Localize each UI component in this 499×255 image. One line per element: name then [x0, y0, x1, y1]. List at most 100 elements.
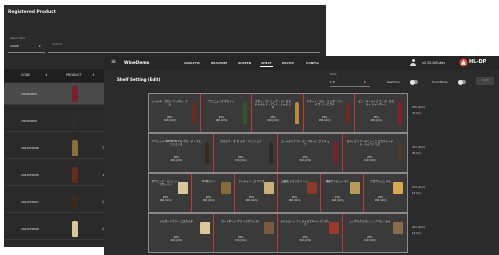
shelf-slot[interactable]: ブロヴァムニ デル 20% 160 (mm)	[364, 174, 407, 212]
search-field-select[interactable]: Search Field CODE ▾	[8, 36, 45, 53]
mode-select[interactable]: Mode 1 E ▾	[330, 73, 370, 87]
slot-product-name: アキーノ・デル・コ ルダ・ランデ グ リン ピクチ	[306, 100, 343, 106]
slot-metrics: 25% 160 (mm)	[331, 196, 344, 202]
shelf-slot[interactable]: ロードボート サワ ーヤクラッカー 25% 210 (mm)	[214, 214, 278, 252]
slot-metrics: 25% 210 (mm)	[299, 236, 312, 242]
slot-product-name: ダヴァンナ・ミントン・ アガーソン	[151, 180, 180, 186]
shelf-slot[interactable]: ビノ・デ・ティエ ラ・デ・カステー リャ・ボーノ 25% 160 (mm)	[355, 94, 407, 132]
slot-product-name: エノイタリア ワー ズ・アセット ゴ ナチ ュラ	[280, 140, 330, 146]
product-image	[328, 222, 339, 234]
nav-config[interactable]: CONFIG	[306, 61, 319, 65]
sort-icon[interactable]: ↕	[45, 73, 48, 77]
slot-metrics: 25% 210 (mm)	[299, 156, 312, 162]
slot-product-name: メルガードヴァー ユスカイダ	[159, 220, 193, 223]
shelf-row-2: アウトシャ SIBERIAN V.G. ホス・デ・ラス ファミリス 20% 240 …	[148, 133, 408, 173]
chevron-down-icon: ▾	[39, 44, 41, 48]
product-thumbnail	[72, 194, 78, 210]
shelf-slot[interactable]: アキーノ・デル・コ ルダ・ランデ グ リン ピクチ 25% 180 (mm)	[304, 94, 356, 132]
slot-product-name: アンテイノ・ス ケアズ	[238, 180, 265, 183]
chevron-down-icon: ▾	[364, 80, 366, 84]
product-image	[346, 102, 351, 124]
nav-shelf[interactable]: SHELF	[260, 61, 273, 67]
slot-metrics: 25% 160 (mm)	[245, 196, 258, 202]
slot-metrics: 25% 210 (mm)	[234, 236, 247, 242]
product-image	[199, 222, 210, 234]
slot-product-name: ロードボート サワ ーヤクラッカー	[221, 220, 261, 223]
product-image	[307, 182, 317, 194]
product-code: 230400003	[21, 92, 38, 96]
shelf-slot[interactable]: ヴァニュース ボルドー 25% 160 (mm)	[201, 94, 253, 132]
slot-metrics: 25% 210 (mm)	[363, 236, 376, 242]
product-thumbnail	[72, 167, 78, 183]
nav-realtime[interactable]: REALTIME	[211, 61, 227, 65]
menu-icon[interactable]: ≡	[111, 59, 116, 65]
shelf-row-4: メルガードヴァー ユスカイダ 20% 210 (mm) ロードボート サワ ーヤクラッ…	[148, 213, 408, 253]
nav-screen[interactable]: SCREEN	[238, 61, 251, 65]
shelf-slot[interactable]: 横屋ファビシン ター 25% 160 (mm)	[321, 174, 364, 212]
user-icon[interactable]	[410, 59, 416, 66]
search-input[interactable]: Search	[48, 37, 320, 53]
column-header-code[interactable]: CODE	[21, 73, 30, 77]
nav-device[interactable]: DEVICE	[282, 61, 294, 65]
product-code: 230400005	[21, 119, 38, 123]
sort-icon[interactable]: ↕	[92, 73, 95, 77]
product-code: 2022070008	[21, 227, 39, 231]
slot-metrics: 25% 160 (mm)	[370, 116, 383, 122]
slot-metrics: 25% 210 (mm)	[363, 156, 376, 162]
product-code: 2022070006	[21, 173, 39, 177]
product-image	[178, 182, 188, 194]
product-image	[397, 102, 402, 124]
touchmode-label: TouchMode	[432, 80, 448, 84]
product-image	[333, 142, 338, 164]
shelf-slot[interactable]: スパムヨーン アン チャビスキャン ゲンボーク 25% 210 (mm)	[278, 214, 343, 252]
shelf-slot[interactable]: 18 樽ワイン 20% 160 (mm)	[192, 174, 235, 212]
touchmode-toggle[interactable]	[458, 79, 466, 85]
shelf-row-1: シャルデ・グロン アングル・ナル 20% 160 (mm) ヴァニュース ボルドー 25…	[148, 93, 408, 133]
shelf-layout: シャルデ・グロン アングル・ナル 20% 160 (mm) ヴァニュース ボルドー 25…	[148, 93, 425, 253]
nav-analytic[interactable]: ANALYTIC	[184, 61, 200, 65]
product-code: 2022070008	[21, 146, 39, 150]
product-image	[350, 182, 360, 194]
mode-value: 1 E	[330, 80, 335, 84]
shelf-slot[interactable]: アンテイノ・ス ケアズ 25% 160 (mm)	[235, 174, 278, 212]
shelf-slot[interactable]: カスデラ・ オ カ ルネ・アン ジ ョナ 25% 210 (mm)	[214, 134, 278, 172]
product-thumbnail	[72, 86, 78, 102]
shelf-slot[interactable]: ブロン・フィリップ ・デ・ロスチャイル ド・アンド・シャル ドネ 25% 160 (…	[252, 94, 304, 132]
product-image	[393, 182, 403, 194]
realtime-toggle[interactable]	[410, 79, 418, 85]
shelf-slot[interactable]: シングルケルストン ーナベル・モル 25% 210 (mm)	[343, 214, 408, 252]
shelf-slot[interactable]: ダヴァンナ・ミントン・ アガーソン 25% 160 (mm)	[149, 174, 192, 212]
save-button[interactable]: SAVE	[476, 77, 494, 85]
slot-product-name: ロディエラ アンデリンーニ ビスクレーデル・ドゥラゾ リビ	[346, 140, 393, 146]
shelf-row-meta: 317 (mm) 30 (%)	[412, 146, 425, 155]
shelf-row-meta: 475 (mm) 33 (%)	[412, 106, 425, 115]
shelf-slot[interactable]: ロディエラ アンデリンーニ ビスクレーデル・ドゥラゾ リビ 25% 210 (mm…	[343, 134, 408, 172]
search-field-value: CODE	[10, 44, 19, 48]
search-field-label: Search Field	[10, 37, 25, 40]
slot-product-name: ブロヴァムニ デル	[370, 180, 391, 183]
column-header-product[interactable]: PRODUCT	[66, 73, 82, 77]
shelf-row-3: ダヴァンナ・ミントン・ アガーソン 25% 160 (mm) 18 樽ワイン 20% 16…	[148, 173, 408, 213]
slot-metrics: 20% 160 (mm)	[163, 116, 176, 122]
slot-product-name: 18 樽ワイン	[201, 180, 216, 183]
slot-product-name: ビノ・デ・ティエ ラ・デ・カステー リャ・ボーノ	[358, 100, 395, 106]
slot-metrics: 25% 210 (mm)	[234, 156, 247, 162]
slot-product-name: 山田長 ミカンクリ ート	[281, 180, 308, 183]
slot-metrics: 20% 240 (mm)	[170, 156, 183, 162]
page-title: Shelf Setting (Edit)	[117, 77, 161, 82]
slot-metrics: 20% 210 (mm)	[170, 236, 183, 242]
slot-metrics: 25% 160 (mm)	[288, 196, 301, 202]
brand-logo: HL-DP	[459, 57, 497, 69]
brand-mark-icon	[459, 58, 468, 67]
filter-bar: Search Field CODE ▾ Search	[4, 34, 326, 56]
shelf-slot[interactable]: 山田長 ミカンクリ ート 25% 160 (mm)	[278, 174, 321, 212]
product-thumbnail	[72, 221, 78, 237]
slot-product-name: アウトシャ SIBERIAN V.G. ホス・デ・ラス ファミリス	[151, 140, 201, 146]
shelf-slot[interactable]: シャルデ・グロン アングル・ナル 20% 160 (mm)	[149, 94, 201, 132]
shelf-slot[interactable]: メルガードヴァー ユスカイダ 20% 210 (mm)	[149, 214, 214, 252]
search-placeholder: Search	[52, 42, 63, 46]
slot-metrics: 25% 160 (mm)	[159, 196, 172, 202]
realtime-label: RealTime	[387, 80, 400, 84]
shelf-slot[interactable]: エノイタリア ワー ズ・アセット ゴ ナチ ュラ 25% 210 (mm)	[278, 134, 343, 172]
shelf-slot[interactable]: アウトシャ SIBERIAN V.G. ホス・デ・ラス ファミリス 20% 240 …	[149, 134, 214, 172]
